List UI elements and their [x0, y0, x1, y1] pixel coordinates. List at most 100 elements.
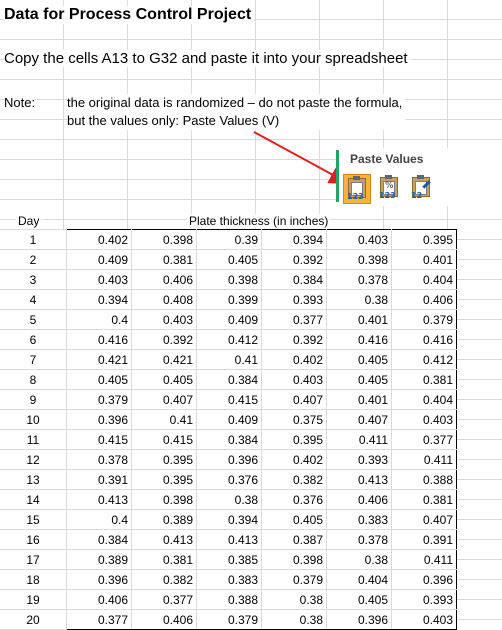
thickness-cell[interactable]: 0.393: [261, 289, 327, 310]
thickness-cell[interactable]: 0.388: [196, 589, 262, 610]
thickness-cell[interactable]: 0.396: [66, 409, 132, 430]
thickness-cell[interactable]: 0.376: [261, 489, 327, 510]
thickness-cell[interactable]: 0.378: [326, 269, 392, 290]
thickness-cell[interactable]: 0.394: [66, 289, 132, 310]
thickness-cell[interactable]: 0.406: [326, 489, 392, 510]
thickness-cell[interactable]: 0.403: [391, 409, 457, 430]
thickness-cell[interactable]: 0.395: [261, 429, 327, 450]
thickness-cell[interactable]: 0.398: [131, 229, 197, 250]
thickness-cell[interactable]: 0.384: [196, 369, 262, 390]
thickness-cell[interactable]: 0.391: [66, 469, 132, 490]
thickness-cell[interactable]: 0.379: [391, 309, 457, 330]
spreadsheet-grid[interactable]: Data for Process Control Project Copy th…: [0, 0, 502, 630]
thickness-cell[interactable]: 0.401: [326, 309, 392, 330]
thickness-cell[interactable]: 0.405: [261, 509, 327, 530]
thickness-cell[interactable]: 0.416: [391, 329, 457, 350]
thickness-cell[interactable]: 0.405: [196, 249, 262, 270]
day-cell[interactable]: 15: [0, 509, 67, 530]
thickness-cell[interactable]: 0.391: [391, 529, 457, 550]
thickness-cell[interactable]: 0.4: [66, 309, 132, 330]
thickness-cell[interactable]: 0.411: [391, 549, 457, 570]
thickness-cell[interactable]: 0.406: [66, 589, 132, 610]
thickness-cell[interactable]: 0.394: [196, 509, 262, 530]
thickness-cell[interactable]: 0.38: [326, 289, 392, 310]
thickness-cell[interactable]: 0.413: [131, 529, 197, 550]
thickness-cell[interactable]: 0.404: [326, 569, 392, 590]
thickness-cell[interactable]: 0.384: [196, 429, 262, 450]
thickness-cell[interactable]: 0.381: [131, 249, 197, 270]
thickness-cell[interactable]: 0.402: [66, 229, 132, 250]
thickness-cell[interactable]: 0.396: [196, 449, 262, 470]
paste-values-number-format-icon[interactable]: % 123: [376, 174, 402, 202]
thickness-cell[interactable]: 0.389: [66, 549, 132, 570]
thickness-cell[interactable]: 0.405: [66, 369, 132, 390]
day-cell[interactable]: 7: [0, 349, 67, 370]
thickness-cell[interactable]: 0.398: [196, 269, 262, 290]
day-cell[interactable]: 19: [0, 589, 67, 610]
thickness-cell[interactable]: 0.394: [261, 229, 327, 250]
thickness-cell[interactable]: 0.389: [131, 509, 197, 530]
thickness-cell[interactable]: 0.411: [326, 429, 392, 450]
thickness-cell[interactable]: 0.399: [196, 289, 262, 310]
thickness-cell[interactable]: 0.405: [326, 369, 392, 390]
thickness-cell[interactable]: 0.403: [131, 309, 197, 330]
day-cell[interactable]: 13: [0, 469, 67, 490]
thickness-cell[interactable]: 0.384: [66, 529, 132, 550]
thickness-cell[interactable]: 0.396: [391, 569, 457, 590]
thickness-cell[interactable]: 0.411: [391, 449, 457, 470]
thickness-cell[interactable]: 0.381: [131, 549, 197, 570]
thickness-cell[interactable]: 0.377: [66, 609, 132, 630]
paste-values-source-formatting-icon[interactable]: 12: [408, 174, 434, 202]
thickness-cell[interactable]: 0.402: [261, 349, 327, 370]
paste-values-123-icon[interactable]: 123: [343, 174, 371, 204]
thickness-cell[interactable]: 0.409: [66, 249, 132, 270]
thickness-cell[interactable]: 0.409: [196, 309, 262, 330]
thickness-cell[interactable]: 0.383: [196, 569, 262, 590]
thickness-cell[interactable]: 0.382: [131, 569, 197, 590]
thickness-cell[interactable]: 0.393: [391, 589, 457, 610]
thickness-cell[interactable]: 0.404: [391, 389, 457, 410]
thickness-cell[interactable]: 0.398: [326, 249, 392, 270]
thickness-cell[interactable]: 0.421: [66, 349, 132, 370]
thickness-cell[interactable]: 0.379: [66, 389, 132, 410]
thickness-cell[interactable]: 0.384: [261, 269, 327, 290]
day-cell[interactable]: 10: [0, 409, 67, 430]
thickness-cell[interactable]: 0.375: [261, 409, 327, 430]
thickness-cell[interactable]: 0.415: [66, 429, 132, 450]
thickness-cell[interactable]: 0.38: [261, 609, 327, 630]
day-cell[interactable]: 17: [0, 549, 67, 570]
thickness-cell[interactable]: 0.396: [326, 609, 392, 630]
day-cell[interactable]: 6: [0, 329, 67, 350]
thickness-cell[interactable]: 0.401: [326, 389, 392, 410]
thickness-cell[interactable]: 0.379: [196, 609, 262, 630]
thickness-cell[interactable]: 0.41: [196, 349, 262, 370]
thickness-cell[interactable]: 0.376: [196, 469, 262, 490]
thickness-cell[interactable]: 0.381: [391, 489, 457, 510]
thickness-cell[interactable]: 0.408: [131, 289, 197, 310]
thickness-cell[interactable]: 0.392: [261, 249, 327, 270]
thickness-cell[interactable]: 0.387: [261, 529, 327, 550]
thickness-cell[interactable]: 0.41: [131, 409, 197, 430]
day-cell[interactable]: 18: [0, 569, 67, 590]
thickness-cell[interactable]: 0.395: [391, 229, 457, 250]
thickness-cell[interactable]: 0.415: [196, 389, 262, 410]
thickness-cell[interactable]: 0.392: [261, 329, 327, 350]
thickness-cell[interactable]: 0.404: [391, 269, 457, 290]
thickness-cell[interactable]: 0.382: [261, 469, 327, 490]
thickness-cell[interactable]: 0.381: [391, 369, 457, 390]
thickness-cell[interactable]: 0.402: [261, 449, 327, 470]
thickness-cell[interactable]: 0.406: [391, 289, 457, 310]
day-cell[interactable]: 8: [0, 369, 67, 390]
thickness-cell[interactable]: 0.392: [131, 329, 197, 350]
thickness-cell[interactable]: 0.412: [391, 349, 457, 370]
thickness-cell[interactable]: 0.407: [261, 389, 327, 410]
day-cell[interactable]: 4: [0, 289, 67, 310]
day-cell[interactable]: 14: [0, 489, 67, 510]
thickness-cell[interactable]: 0.413: [196, 529, 262, 550]
day-cell[interactable]: 5: [0, 309, 67, 330]
thickness-cell[interactable]: 0.416: [66, 329, 132, 350]
thickness-cell[interactable]: 0.407: [391, 509, 457, 530]
day-cell[interactable]: 9: [0, 389, 67, 410]
thickness-cell[interactable]: 0.409: [196, 409, 262, 430]
thickness-cell[interactable]: 0.398: [261, 549, 327, 570]
